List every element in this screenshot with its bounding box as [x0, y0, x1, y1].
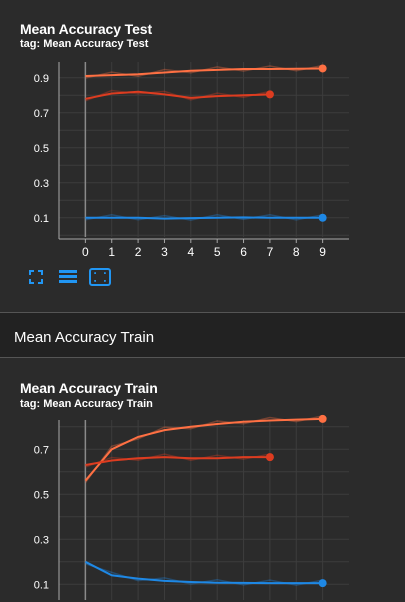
series-end-point-1 — [265, 90, 274, 99]
y-tick-label: 0.3 — [34, 534, 49, 546]
y-tick-label: 0.1 — [34, 213, 49, 225]
x-tick-label: 6 — [240, 245, 247, 259]
y-tick-label: 0.9 — [34, 73, 49, 85]
x-tick-label: 7 — [267, 245, 274, 259]
y-tick-label: 0.7 — [34, 444, 49, 456]
chart-card-mean-accuracy-test: Mean Accuracy Test tag: Mean Accuracy Te… — [0, 0, 405, 310]
y-tick-label: 0.5 — [34, 143, 49, 155]
toggle-log-scale-icon — [59, 270, 77, 283]
y-tick-label: 0.7 — [34, 108, 49, 120]
series-line-2 — [84, 560, 323, 585]
series-line-0 — [85, 67, 323, 77]
fit-domain-icon — [89, 268, 111, 286]
x-tick-label: 4 — [187, 245, 194, 259]
y-tick-label: 0.3 — [34, 178, 49, 190]
section-title: Mean Accuracy Train — [14, 329, 155, 346]
series-end-point-2 — [318, 213, 327, 222]
series-line-2 — [85, 216, 323, 220]
line-chart-mean-accuracy-train[interactable]: 0.1 0.3 0.5 0.7 — [0, 358, 405, 602]
x-tick-label: 8 — [293, 245, 300, 259]
line-chart-mean-accuracy-test[interactable]: 0.1 0.3 0.5 0.7 0.9 0 1 2 3 4 5 6 7 8 9 — [0, 0, 405, 270]
y-tick-label: 0.1 — [34, 579, 49, 591]
series-raw-line-0 — [85, 64, 323, 79]
x-tick-label: 3 — [161, 245, 168, 259]
x-tick-label: 5 — [214, 245, 221, 259]
series-end-point-0 — [318, 64, 327, 73]
x-tick-label: 0 — [82, 245, 89, 259]
x-tick-label: 1 — [108, 245, 115, 259]
section-header[interactable]: Mean Accuracy Train — [0, 313, 405, 357]
fit-domain-button[interactable] — [89, 267, 111, 287]
series-end-point-0 — [318, 414, 327, 423]
series-end-point-2 — [318, 579, 327, 588]
series-end-point-1 — [265, 453, 274, 462]
fullscreen-button[interactable] — [27, 267, 45, 287]
x-tick-label: 2 — [135, 245, 142, 259]
toggle-log-scale-button[interactable] — [58, 267, 78, 287]
y-tick-label: 0.5 — [34, 489, 49, 501]
x-tick-label: 9 — [319, 245, 326, 259]
chart-card-mean-accuracy-train: Mean Accuracy Train tag: Mean Accuracy T… — [0, 358, 405, 602]
fullscreen-icon — [29, 270, 43, 284]
